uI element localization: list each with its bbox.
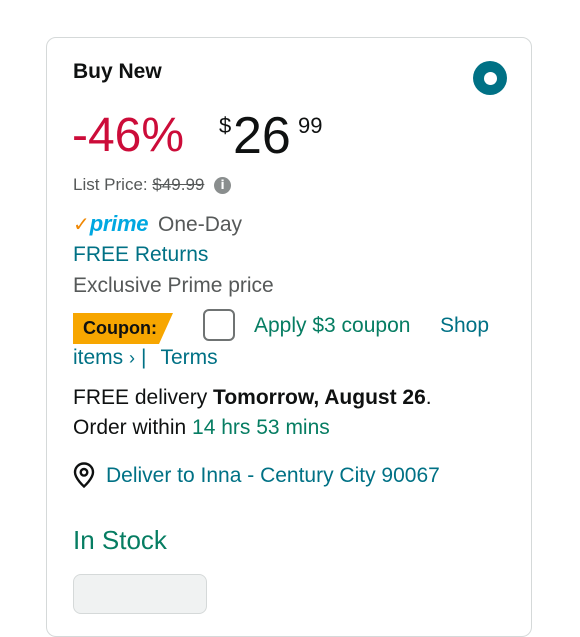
quantity-select[interactable] (73, 574, 207, 614)
shop-items-link[interactable]: Shop (440, 314, 489, 338)
stock-status: In Stock (73, 525, 167, 555)
order-within-label: Order within (73, 416, 187, 439)
delivery-period: . (425, 386, 432, 409)
shop-items-link-cont[interactable]: items (73, 346, 123, 369)
prime-speed: One-Day (158, 213, 243, 236)
coupon-checkbox[interactable] (203, 309, 235, 341)
prime-badge[interactable]: ✓prime One-Day (73, 211, 242, 237)
deliver-to-link[interactable]: Deliver to Inna - Century City 90067 (106, 464, 440, 488)
coupon-links-row: items › | Terms (73, 346, 218, 370)
countdown: 14 hrs 53 mins (192, 416, 330, 439)
list-price-label: List Price: (73, 175, 148, 194)
exclusive-prime-price: Exclusive Prime price (73, 274, 274, 297)
price-currency: $ (219, 113, 232, 138)
price-whole: 26 (233, 107, 291, 165)
coupon-badge: Coupon: (73, 313, 179, 344)
buy-box-card: Buy New -46% $ 26 99 List Price: $49.99 … (46, 37, 532, 637)
delivery-date: Tomorrow, August 26 (213, 386, 426, 409)
buy-new-heading: Buy New (73, 60, 162, 83)
prime-check-icon: ✓ (73, 214, 90, 236)
discount-percent: -46% (72, 109, 185, 162)
list-price: List Price: $49.99 i (73, 175, 232, 195)
order-within: Order within 14 hrs 53 mins (73, 416, 330, 440)
price-fraction: 99 (298, 113, 323, 138)
terms-link[interactable]: Terms (161, 346, 218, 369)
info-icon[interactable]: i (214, 177, 232, 194)
location-pin-icon (73, 462, 95, 488)
delivery-info: FREE delivery Tomorrow, August 26. (73, 386, 432, 410)
radio-selected-icon[interactable] (473, 61, 507, 95)
coupon-badge-label: Coupon: (83, 318, 157, 338)
prime-logo: prime (89, 211, 149, 236)
list-price-value: $49.99 (152, 175, 205, 194)
apply-coupon-label[interactable]: Apply $3 coupon (254, 314, 410, 338)
link-separator: | (141, 346, 147, 369)
radio-dot (483, 71, 497, 85)
delivery-prefix: FREE delivery (73, 386, 208, 409)
chevron-right-icon: › (129, 348, 136, 368)
free-returns-link[interactable]: FREE Returns (73, 243, 208, 267)
